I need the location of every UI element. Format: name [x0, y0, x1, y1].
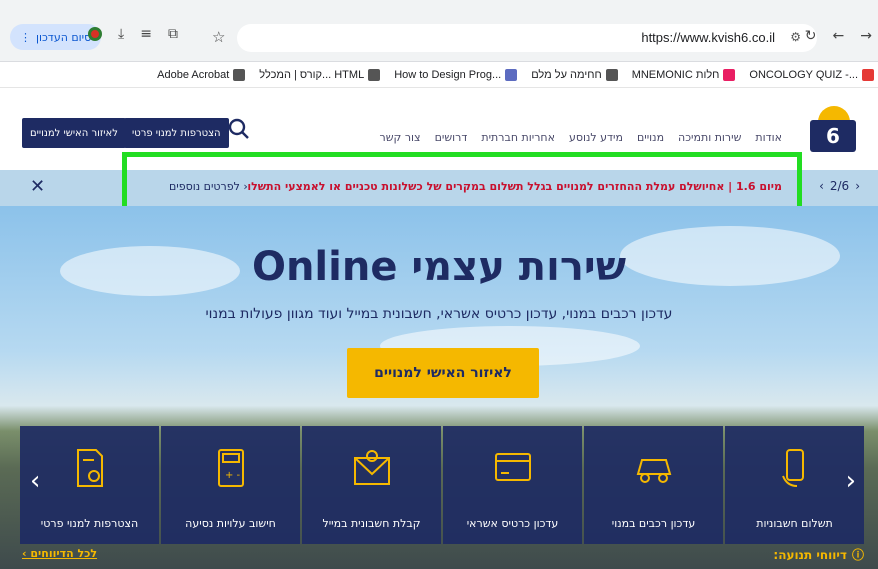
- bookmark-favicon-icon: [862, 68, 874, 81]
- all-reports-link[interactable]: לכל הדיווחים ›: [22, 547, 97, 560]
- svg-text:+ -: + -: [225, 470, 241, 481]
- main-nav: אודות שירות ותמיכה מנויים מידע לנוסע אחריות …: [380, 131, 782, 144]
- browser-toolbar: ⋮ סיום העדכון ⤓ ≡ ⧉ ☆ https://www.kvish6…: [0, 0, 878, 62]
- credit-card-icon: [494, 453, 531, 481]
- bookmark-favicon-icon: [605, 68, 618, 81]
- bookmark-item[interactable]: How to Design Prog...: [394, 68, 518, 81]
- cards-next-icon[interactable]: ›: [846, 466, 856, 496]
- personal-area-cta-button[interactable]: לאיזור האישי למנויים: [347, 348, 539, 398]
- document-user-icon: [76, 449, 103, 487]
- back-icon[interactable]: ←: [833, 28, 845, 44]
- bookmarks-bar: ONCOLOGY QUIZ -... MNEMONIC חלות חחימה על …: [0, 62, 878, 88]
- envelope-icon: [353, 450, 390, 485]
- bookmark-favicon-icon: [233, 68, 246, 81]
- service-card[interactable]: קבלת חשבונית במייל: [302, 426, 441, 544]
- download-icon[interactable]: ⤓: [118, 26, 124, 42]
- bookmark-star-icon[interactable]: ☆: [212, 28, 225, 46]
- service-card[interactable]: עדכון רכבים במנוי: [584, 426, 723, 544]
- address-bar[interactable]: https://www.kvish6.co.il ⚙: [237, 24, 817, 52]
- reload-icon[interactable]: ↻: [805, 28, 817, 44]
- service-card-label: הצטרפות למנוי פרטי: [40, 517, 139, 530]
- search-icon[interactable]: [228, 118, 250, 140]
- personal-area-button[interactable]: לאיזור האישי למנויים: [22, 118, 126, 148]
- nav-item[interactable]: אחריות חברתית: [481, 131, 555, 144]
- service-cards: תשלום חשבוניות עדכון רכבים במנוי עדכון כרט…: [20, 426, 864, 544]
- hero-subtitle: עדכון רכבים במנוי, עדכון כרטיס אשראי, חש…: [205, 306, 673, 322]
- car-icon: [636, 459, 671, 483]
- site-info-icon[interactable]: ⚙: [790, 30, 801, 44]
- service-card-label: עדכון כרטיס אשראי: [466, 517, 559, 530]
- service-card[interactable]: עדכון כרטיס אשראי: [443, 426, 582, 544]
- service-card-label: תשלום חשבוניות: [756, 517, 833, 530]
- service-card-label: קבלת חשבונית במייל: [322, 517, 421, 530]
- recording-icon[interactable]: [88, 27, 102, 41]
- reading-list-icon[interactable]: ≡: [140, 26, 152, 42]
- nav-item[interactable]: דרושים: [435, 131, 468, 144]
- nav-item[interactable]: שירות ותמיכה: [678, 131, 741, 144]
- traffic-reports-bar: ⓘ דיווחי תנועה: לכל הדיווחים ›: [0, 544, 878, 569]
- nav-item[interactable]: מנויים: [637, 131, 664, 144]
- service-card[interactable]: הצטרפות למנוי פרטי: [20, 426, 159, 544]
- hero-title: שירות עצמי Online: [251, 244, 627, 290]
- extensions-icon[interactable]: ⧉: [168, 26, 178, 42]
- bookmark-favicon-icon: [723, 68, 736, 81]
- cards-prev-icon[interactable]: ‹: [30, 466, 40, 496]
- calculator-icon: + -: [217, 449, 244, 487]
- bookmark-item[interactable]: ONCOLOGY QUIZ -...: [749, 68, 874, 81]
- service-card[interactable]: תשלום חשבוניות: [725, 426, 864, 544]
- join-private-subscription-button[interactable]: הצטרפות למנוי פרטי: [124, 118, 229, 148]
- bookmark-item[interactable]: MNEMONIC חלות: [632, 68, 736, 81]
- banner-next-icon[interactable]: ›: [855, 179, 860, 193]
- service-card-label: עדכון רכבים במנוי: [611, 517, 696, 530]
- bookmark-item[interactable]: קורס | המכלל... HTML: [259, 68, 381, 81]
- traffic-reports-label: ⓘ דיווחי תנועה:: [773, 547, 864, 563]
- bookmark-item[interactable]: Adobe Acrobat: [157, 68, 246, 81]
- forward-icon[interactable]: →: [860, 28, 872, 44]
- bookmark-favicon-icon: [505, 68, 518, 81]
- banner-close-icon[interactable]: ✕: [30, 176, 45, 197]
- kvish6-logo[interactable]: 6: [810, 106, 856, 154]
- bookmark-item[interactable]: חחימה על מלם: [531, 68, 618, 81]
- nav-item[interactable]: מידע לנוסע: [569, 131, 623, 144]
- nav-item[interactable]: צור קשר: [380, 131, 421, 144]
- hand-phone-icon: [781, 449, 804, 487]
- bookmark-favicon-icon: [368, 68, 381, 81]
- banner-pager: ‹ 2/6 ›: [819, 179, 860, 193]
- more-icon: ⋮: [20, 30, 31, 44]
- info-icon: ⓘ: [851, 548, 864, 562]
- banner-prev-icon[interactable]: ‹: [819, 179, 824, 193]
- nav-item[interactable]: אודות: [755, 131, 782, 144]
- service-card-label: חישוב עלויות נסיעה: [185, 517, 276, 530]
- url-text: https://www.kvish6.co.il: [641, 30, 775, 45]
- service-card[interactable]: + - חישוב עלויות נסיעה: [161, 426, 300, 544]
